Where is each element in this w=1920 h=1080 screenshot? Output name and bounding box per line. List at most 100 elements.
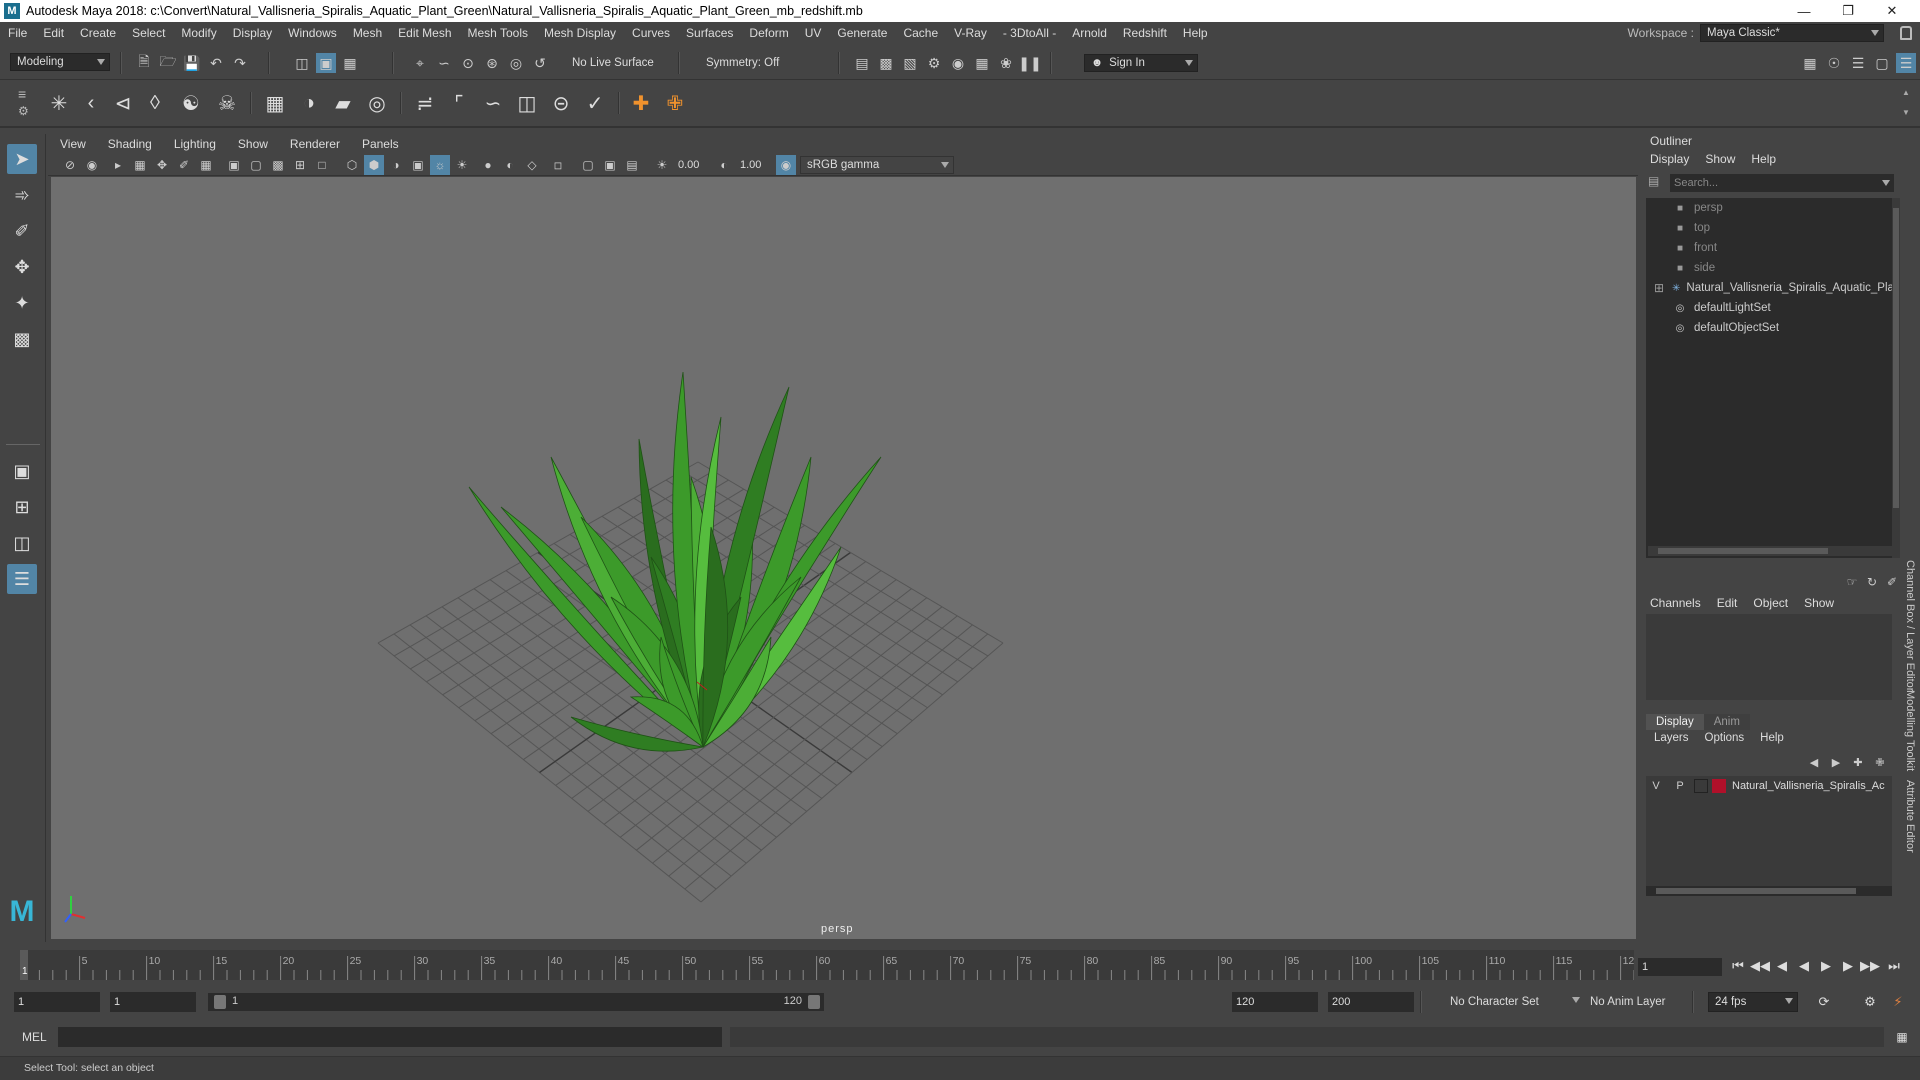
open-scene-icon[interactable]: 🗁: [158, 53, 178, 73]
outliner-hscrollbar[interactable]: [1648, 546, 1892, 556]
outliner-item[interactable]: ◎ defaultObjectSet: [1646, 318, 1894, 338]
live-surface-field[interactable]: No Live Surface: [566, 54, 666, 72]
maximize-button[interactable]: ❐: [1826, 0, 1870, 22]
layer-menu-help[interactable]: Help: [1760, 732, 1784, 744]
side-tab-modelling-toolkit[interactable]: Modelling Toolkit: [1904, 690, 1916, 771]
layer-menu-layers[interactable]: Layers: [1654, 732, 1689, 744]
expand-icon[interactable]: ⊞: [1654, 281, 1664, 295]
render-view-icon[interactable]: ▤: [852, 53, 872, 73]
layer-tab-display[interactable]: Display: [1646, 714, 1704, 730]
mel-command-input[interactable]: [58, 1027, 722, 1047]
snap-view-icon[interactable]: ⊛: [482, 53, 502, 73]
close-button[interactable]: ✕: [1870, 0, 1914, 22]
menu-surfaces[interactable]: Surfaces: [678, 26, 741, 40]
hypershade-icon[interactable]: ◉: [948, 53, 968, 73]
lattice-icon[interactable]: ⌜: [444, 88, 474, 118]
single-pane-layout-icon[interactable]: ▣: [7, 456, 37, 486]
wireframe-icon[interactable]: ⬡: [342, 155, 362, 175]
menu-arnold[interactable]: Arnold: [1064, 26, 1115, 40]
menu-v-ray[interactable]: V-Ray: [946, 26, 995, 40]
bookmark-icon[interactable]: ▸: [108, 155, 128, 175]
menu-mesh-tools[interactable]: Mesh Tools: [460, 26, 536, 40]
viewport-menu-shading[interactable]: Shading: [96, 137, 162, 151]
wire-tool-icon[interactable]: ✓: [580, 88, 610, 118]
viewport-menu-renderer[interactable]: Renderer: [278, 137, 350, 151]
tool-settings-icon[interactable]: ▢: [1872, 53, 1892, 73]
camera-attributes-icon[interactable]: ◉: [82, 155, 102, 175]
outliner-list[interactable]: ■ persp ■ top ■ front ■ side ⊞ ✳ Natural_Vallisner…: [1646, 198, 1894, 558]
range-end-handle[interactable]: [808, 995, 820, 1009]
render-setup-icon[interactable]: ▦: [972, 53, 992, 73]
pencil-curve-icon[interactable]: ⊲: [108, 88, 138, 118]
mode-dropdown[interactable]: Modeling: [10, 53, 110, 71]
new-layer-icon[interactable]: ✚: [1848, 752, 1868, 772]
symmetry-dropdown[interactable]: Symmetry: Off: [700, 54, 810, 72]
channel-box-menu-channels[interactable]: Channels: [1650, 596, 1701, 610]
outliner-menu-help[interactable]: Help: [1751, 152, 1776, 166]
character-controls-icon[interactable]: ☉: [1824, 53, 1844, 73]
filter-icon[interactable]: ▤: [1648, 174, 1670, 192]
outliner-menu-show[interactable]: Show: [1705, 152, 1735, 166]
layer-name[interactable]: Natural_Vallisneria_Spiralis_Ac: [1732, 780, 1885, 792]
outliner-search-input[interactable]: Search...: [1670, 174, 1894, 192]
color-management-icon[interactable]: ◉: [776, 155, 796, 175]
select-tool-icon[interactable]: ➤: [7, 144, 37, 174]
viewport-menu-lighting[interactable]: Lighting: [162, 137, 226, 151]
playback-end-field[interactable]: 120: [1232, 992, 1318, 1012]
wrap-deformer-icon[interactable]: ∽: [478, 88, 508, 118]
anim-layer-dropdown[interactable]: No Anim Layer: [1584, 992, 1684, 1012]
menu-create[interactable]: Create: [72, 26, 124, 40]
outliner-item[interactable]: ■ top: [1646, 218, 1894, 238]
menu-curves[interactable]: Curves: [624, 26, 678, 40]
channel-box-menu-object[interactable]: Object: [1753, 596, 1788, 610]
viewport-menu-panels[interactable]: Panels: [350, 137, 409, 151]
menu-generate[interactable]: Generate: [829, 26, 895, 40]
menu-file[interactable]: File: [0, 26, 35, 40]
character-set-dropdown[interactable]: No Character Set: [1436, 992, 1580, 1012]
new-layer-selected-icon[interactable]: ✙: [1870, 752, 1890, 772]
two-d-pan-icon[interactable]: ✥: [152, 155, 172, 175]
poly-cylinder-icon[interactable]: ▰: [328, 88, 358, 118]
move-tool-icon[interactable]: ✥: [7, 252, 37, 282]
go-to-end-icon[interactable]: ⏭: [1884, 956, 1904, 976]
gate-mask-icon[interactable]: ▩: [268, 155, 288, 175]
go-to-start-icon[interactable]: ⏮: [1728, 956, 1748, 976]
step-back-key-icon[interactable]: ◀◀: [1750, 956, 1770, 976]
step-forward-frame-icon[interactable]: ▶: [1838, 956, 1858, 976]
resolution-gate-icon[interactable]: ▢: [246, 155, 266, 175]
workspace-dropdown[interactable]: Maya Classic*: [1700, 24, 1884, 42]
menu-display[interactable]: Display: [225, 26, 280, 40]
playback-start-field[interactable]: 1: [110, 992, 196, 1012]
image-plane-icon[interactable]: ▦: [130, 155, 150, 175]
bezier-curve-icon[interactable]: ◊: [140, 88, 170, 118]
xray-icon[interactable]: ▢: [578, 155, 598, 175]
lasso-tool-icon[interactable]: ➾: [7, 180, 37, 210]
layer-color-swatch[interactable]: [1712, 779, 1726, 793]
render-current-icon[interactable]: ▩: [876, 53, 896, 73]
play-forwards-icon[interactable]: ▶: [1816, 956, 1836, 976]
minimize-button[interactable]: —: [1782, 0, 1826, 22]
bend-deformer-icon[interactable]: ≓: [410, 88, 440, 118]
range-slider[interactable]: 1 120: [208, 993, 824, 1011]
menu-windows[interactable]: Windows: [280, 26, 345, 40]
outliner-item[interactable]: ⊞ ✳ Natural_Vallisneria_Spiralis_Aquatic_P…: [1646, 278, 1894, 298]
snap-together-icon[interactable]: ↺: [530, 53, 550, 73]
gamma-icon[interactable]: ◐: [714, 155, 734, 175]
side-tab-attribute-editor[interactable]: Attribute Editor: [1904, 780, 1916, 853]
move-layer-up-icon[interactable]: ◀: [1804, 752, 1824, 772]
poly-sphere-icon[interactable]: ◑: [294, 88, 324, 118]
layer-row[interactable]: V P Natural_Vallisneria_Spiralis_Ac: [1646, 776, 1892, 796]
step-back-frame-icon[interactable]: ◀: [1772, 956, 1792, 976]
menu-uv[interactable]: UV: [797, 26, 830, 40]
light-editor-icon[interactable]: ❀: [996, 53, 1016, 73]
snap-surface-icon[interactable]: ◎: [506, 53, 526, 73]
layer-visibility-toggle[interactable]: V: [1646, 780, 1666, 792]
textured-icon[interactable]: ▣: [408, 155, 428, 175]
anti-aliasing-icon[interactable]: ◇: [522, 155, 542, 175]
step-forward-key-icon[interactable]: ▶▶: [1860, 956, 1880, 976]
exposure-field[interactable]: 0.00: [674, 157, 712, 173]
channel-box-menu-show[interactable]: Show: [1804, 596, 1834, 610]
lock-icon[interactable]: [1900, 26, 1912, 40]
grease-pencil-icon[interactable]: ✐: [174, 155, 194, 175]
motion-blur-icon[interactable]: ◐: [500, 155, 520, 175]
